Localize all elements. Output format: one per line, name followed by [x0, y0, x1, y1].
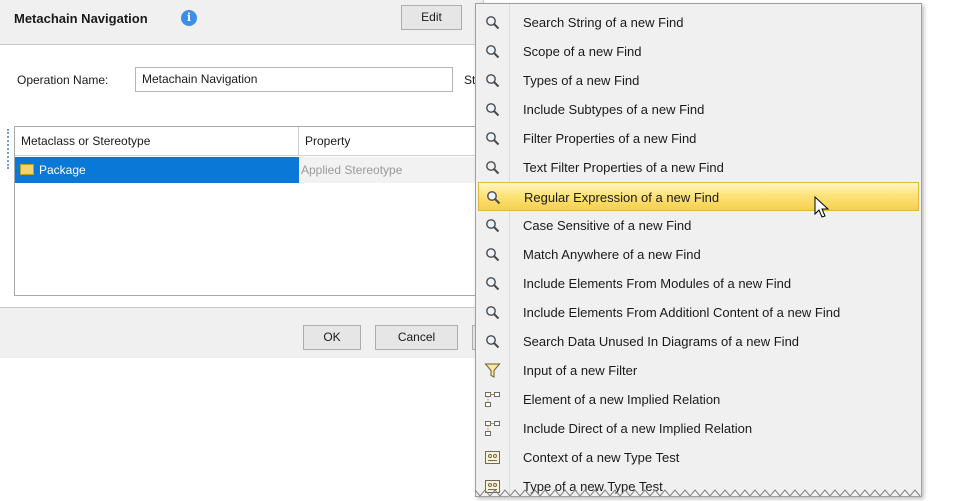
search-icon	[485, 189, 502, 206]
filter-icon	[484, 362, 501, 379]
drag-handle[interactable]	[7, 129, 11, 169]
metaclass-value: Package	[39, 163, 86, 177]
menu-item[interactable]: Match Anywhere of a new Find	[478, 240, 919, 269]
search-icon	[484, 130, 501, 147]
metachain-table: Metaclass or Stereotype Property Package…	[14, 126, 483, 296]
menu-item[interactable]: Types of a new Find	[478, 66, 919, 95]
implied-relation-icon	[484, 420, 501, 437]
search-icon	[484, 43, 501, 60]
mouse-cursor-icon	[814, 196, 830, 218]
menu-item-label: Case Sensitive of a new Find	[523, 218, 692, 233]
operation-name-input[interactable]: Metachain Navigation	[135, 67, 453, 92]
menu-item[interactable]: Include Elements From Additionl Content …	[478, 298, 919, 327]
menu-item-label: Input of a new Filter	[523, 363, 638, 378]
menu-item-label: Include Subtypes of a new Find	[523, 102, 705, 117]
metachain-navigation-dialog: Metachain Navigation i Edit Operation Na…	[0, 0, 483, 358]
menu-item-label: Text Filter Properties of a new Find	[523, 160, 724, 175]
search-icon	[484, 14, 501, 31]
menu-item[interactable]: Element of a new Implied Relation	[478, 385, 919, 414]
package-folder-icon	[20, 164, 34, 175]
menu-item-label: Filter Properties of a new Find	[523, 131, 697, 146]
dialog-header: Metachain Navigation i Edit	[0, 0, 483, 45]
dialog-body: Operation Name: Metachain Navigation St …	[0, 45, 483, 308]
menu-item-label: Scope of a new Find	[523, 44, 642, 59]
menu-item[interactable]: Scope of a new Find	[478, 37, 919, 66]
search-icon	[484, 304, 501, 321]
menu-item-label: Context of a new Type Test	[523, 450, 680, 465]
search-icon	[484, 159, 501, 176]
menu-item-label: Search Data Unused In Diagrams of a new …	[523, 334, 800, 349]
dialog-title: Metachain Navigation	[14, 11, 148, 26]
search-icon	[484, 275, 501, 292]
menu-item-label: Match Anywhere of a new Find	[523, 247, 701, 262]
menu-item-label: Search String of a new Find	[523, 15, 684, 30]
search-icon	[484, 101, 501, 118]
menu-item[interactable]: Search String of a new Find	[478, 8, 919, 37]
dialog-footer: OK Cancel	[0, 308, 483, 358]
search-icon	[484, 217, 501, 234]
menu-item[interactable]: Text Filter Properties of a new Find	[478, 153, 919, 182]
search-icon	[484, 333, 501, 350]
table-row-metaclass-cell[interactable]: Package	[15, 157, 299, 183]
menu-item[interactable]: Context of a new Type Test	[478, 443, 919, 472]
menu-item-label: Include Direct of a new Implied Relation	[523, 421, 753, 436]
operation-name-label: Operation Name:	[17, 73, 109, 87]
menu-item-label: Regular Expression of a new Find	[524, 190, 720, 205]
menu-item-label: Types of a new Find	[523, 73, 640, 88]
info-icon[interactable]: i	[181, 10, 197, 26]
menu-item[interactable]: Input of a new Filter	[478, 356, 919, 385]
implied-relation-icon	[484, 391, 501, 408]
cancel-button[interactable]: Cancel	[375, 325, 458, 350]
ok-button[interactable]: OK	[303, 325, 361, 350]
search-icon	[484, 72, 501, 89]
menu-item[interactable]: Filter Properties of a new Find	[478, 124, 919, 153]
menu-item-label: Include Elements From Modules of a new F…	[523, 276, 792, 291]
menu-item-label: Include Elements From Additionl Content …	[523, 305, 841, 320]
truncated-label: St	[464, 73, 476, 87]
menu-item-label: Element of a new Implied Relation	[523, 392, 721, 407]
type-test-icon	[484, 449, 501, 466]
edit-button[interactable]: Edit	[401, 5, 462, 30]
menu-item[interactable]: Include Subtypes of a new Find	[478, 95, 919, 124]
menu-item[interactable]: Search Data Unused In Diagrams of a new …	[478, 327, 919, 356]
table-row-property-cell[interactable]: Applied Stereotype	[299, 157, 483, 183]
column-header-metaclass[interactable]: Metaclass or Stereotype	[15, 127, 299, 156]
menu-item[interactable]: Include Direct of a new Implied Relation	[478, 414, 919, 443]
column-header-property[interactable]: Property	[299, 127, 483, 156]
menu-item[interactable]: Include Elements From Modules of a new F…	[478, 269, 919, 298]
menu-item[interactable]: Regular Expression of a new Find	[478, 182, 919, 211]
menu-item[interactable]: Case Sensitive of a new Find	[478, 211, 919, 240]
search-icon	[484, 246, 501, 263]
menu-continuation-zigzag	[475, 489, 921, 497]
popup-menu: Search String of a new Find Scope of a ne…	[475, 3, 922, 498]
